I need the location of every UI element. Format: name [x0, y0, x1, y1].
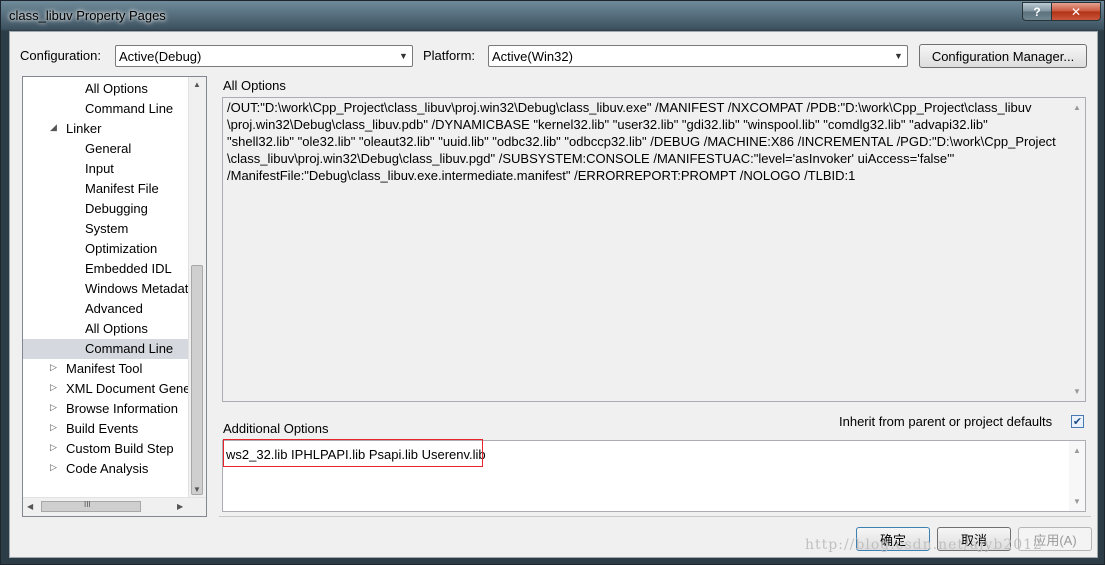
all-options-line: \proj.win32\Debug\class_libuv.pdb" /DYNA…: [227, 117, 988, 132]
property-pages-window: class_libuv Property Pages ? ✕ Configura…: [0, 0, 1105, 565]
tree-item[interactable]: All Options: [23, 319, 189, 339]
all-options-textbox[interactable]: /OUT:"D:\work\Cpp_Project\class_libuv\pr…: [222, 97, 1086, 402]
all-options-scrollbar[interactable]: ▲ ▼: [1069, 98, 1085, 401]
tree-item[interactable]: ◢ Linker: [23, 119, 189, 139]
tree-vertical-scrollbar[interactable]: ▲ ▼: [188, 77, 206, 498]
help-icon: ?: [1033, 4, 1041, 19]
tree-item-label: Debugging: [85, 201, 148, 216]
tree-item[interactable]: System: [23, 219, 189, 239]
tree-item-label: Embedded IDL: [85, 261, 172, 276]
tree-item-label: Advanced: [85, 301, 143, 316]
tree-item-label: Browse Information: [66, 401, 178, 416]
tree-item[interactable]: Windows Metadata: [23, 279, 189, 299]
tree-item-label: Command Line: [85, 101, 174, 116]
tree-item[interactable]: ▷ Custom Build Step: [23, 439, 189, 459]
configuration-manager-button[interactable]: Configuration Manager...: [919, 44, 1087, 68]
tree-item[interactable]: Optimization: [23, 239, 189, 259]
scroll-up-icon[interactable]: ▲: [193, 80, 201, 89]
expand-arrow-icon[interactable]: ▷: [50, 362, 57, 373]
tree-item[interactable]: ▷ Browse Information: [23, 399, 189, 419]
tree-item[interactable]: ▷ XML Document Generator: [23, 379, 189, 399]
tree-item[interactable]: ▷ Manifest Tool: [23, 359, 189, 379]
expand-arrow-icon[interactable]: ▷: [50, 382, 57, 393]
tree-item[interactable]: Input: [23, 159, 189, 179]
grip-icon: III: [84, 500, 91, 509]
tree-item-label: All Options: [85, 321, 148, 336]
help-button[interactable]: ?: [1022, 2, 1052, 21]
tree-item-label: Build Events: [66, 421, 139, 436]
tree-item-label: Optimization: [85, 241, 158, 256]
tree-item[interactable]: General: [23, 139, 189, 159]
tree-item[interactable]: Embedded IDL: [23, 259, 189, 279]
platform-value: Active(Win32): [492, 49, 573, 64]
all-options-line: /OUT:"D:\work\Cpp_Project\class_libuv\pr…: [227, 100, 1032, 115]
close-button[interactable]: ✕: [1051, 2, 1101, 21]
tree-item-label: Command Line: [85, 341, 174, 356]
tree-item[interactable]: Manifest File: [23, 179, 189, 199]
highlight-annotation: [223, 439, 483, 467]
inherit-checkbox[interactable]: ✔: [1071, 415, 1084, 428]
tree-item-label: Manifest Tool: [66, 361, 143, 376]
close-icon: ✕: [1070, 4, 1082, 19]
inherit-label: Inherit from parent or project defaults: [839, 414, 1053, 429]
chevron-down-icon: ▼: [894, 51, 903, 61]
watermark: http://blog.csdn.net/ajyb2012: [805, 537, 1043, 553]
all-options-line: \class_libuv\proj.win32\Debug\class_libu…: [227, 151, 955, 166]
checkmark-icon: ✔: [1072, 416, 1083, 428]
configuration-select[interactable]: Active(Debug) ▼: [115, 45, 413, 67]
additional-options-scrollbar[interactable]: ▲ ▼: [1069, 441, 1085, 511]
window-title: class_libuv Property Pages: [9, 8, 166, 23]
scroll-right-icon[interactable]: ▶: [177, 502, 183, 511]
scroll-left-icon[interactable]: ◀: [27, 502, 33, 511]
tree-item-label: XML Document Generator: [66, 381, 189, 396]
tree-item[interactable]: Advanced: [23, 299, 189, 319]
tree-item-label: General: [85, 141, 132, 156]
tree-item[interactable]: Debugging: [23, 199, 189, 219]
tree-item[interactable]: ▷ Build Events: [23, 419, 189, 439]
additional-options-heading: Additional Options: [223, 421, 329, 436]
scroll-down-icon[interactable]: ▼: [193, 485, 201, 494]
all-options-heading: All Options: [223, 78, 286, 93]
tree-item-label: Custom Build Step: [66, 441, 174, 456]
scroll-up-icon[interactable]: ▲: [1073, 446, 1081, 455]
configuration-value: Active(Debug): [119, 49, 202, 64]
tree-item-label: All Options: [85, 81, 148, 96]
scroll-up-icon[interactable]: ▲: [1073, 103, 1081, 112]
tree-item-label: Linker: [66, 121, 102, 136]
all-options-text: /OUT:"D:\work\Cpp_Project\class_libuv\pr…: [227, 99, 1067, 184]
expand-arrow-icon[interactable]: ▷: [50, 422, 57, 433]
tree-item[interactable]: ▷ Code Analysis: [23, 459, 189, 479]
tree-item-label: Windows Metadata: [85, 281, 189, 296]
tree-hscroll-thumb[interactable]: III: [41, 500, 141, 512]
all-options-line: /ManifestFile:"Debug\class_libuv.exe.int…: [227, 168, 856, 183]
scroll-down-icon[interactable]: ▼: [1073, 497, 1081, 506]
tree-horizontal-scrollbar[interactable]: ◀ III ▶: [23, 497, 206, 516]
tree-item[interactable]: Command Line: [23, 99, 189, 119]
collapse-arrow-icon[interactable]: ◢: [50, 122, 57, 133]
all-options-line: "shell32.lib" "ole32.lib" "oleaut32.lib"…: [227, 134, 1056, 149]
scroll-down-icon[interactable]: ▼: [1073, 387, 1081, 396]
title-bar[interactable]: class_libuv Property Pages ? ✕: [1, 1, 1105, 31]
tree-scroll-thumb[interactable]: [191, 265, 203, 495]
tree-item[interactable]: All Options: [23, 79, 189, 99]
dialog-client-area: Configuration: Active(Debug) ▼ Platform:…: [9, 31, 1098, 558]
platform-label: Platform:: [423, 48, 476, 63]
configuration-label: Configuration:: [20, 48, 101, 63]
footer-divider: [219, 516, 1091, 517]
expand-arrow-icon[interactable]: ▷: [50, 402, 57, 413]
tree-item-label: System: [85, 221, 129, 236]
expand-arrow-icon[interactable]: ▷: [50, 462, 57, 473]
tree-item-label: Input: [85, 161, 114, 176]
chevron-down-icon: ▼: [399, 51, 408, 61]
platform-select[interactable]: Active(Win32) ▼: [488, 45, 908, 67]
property-tree[interactable]: All Options Command Line ◢ Linker General Inp…: [22, 76, 207, 517]
expand-arrow-icon[interactable]: ▷: [50, 442, 57, 453]
tree-item-label: Manifest File: [85, 181, 159, 196]
tree-item[interactable]: Command Line: [23, 339, 189, 359]
tree-item-label: Code Analysis: [66, 461, 149, 476]
